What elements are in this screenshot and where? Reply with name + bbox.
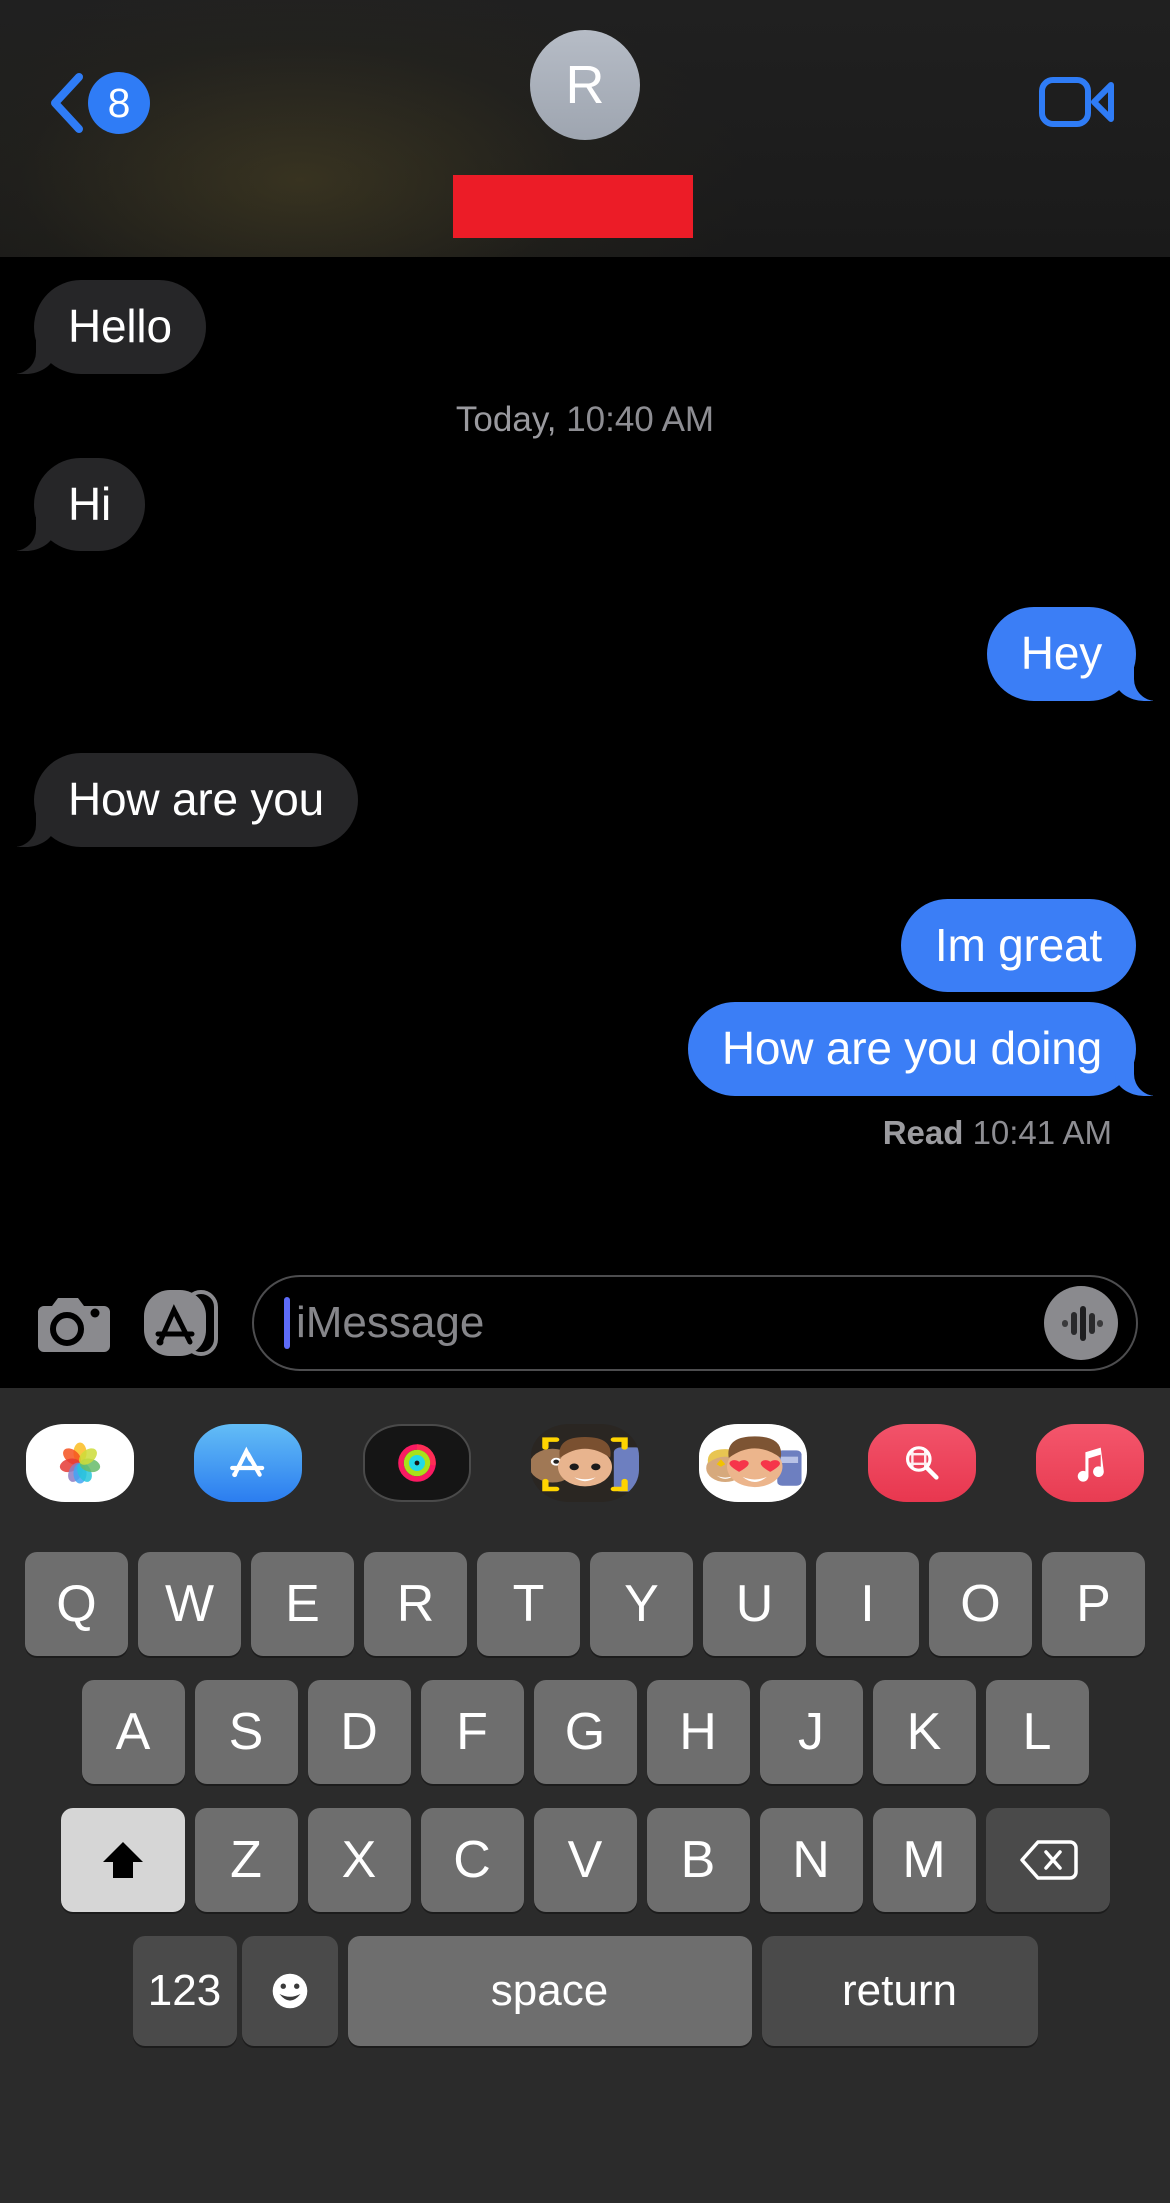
key-o[interactable]: O [929,1552,1032,1656]
apple-music-app-icon[interactable] [1035,1424,1144,1502]
message-thread[interactable]: Hello Today, 10:40 AM Hi Hey How are you… [0,258,1170,1308]
photos-flower-icon [59,1442,101,1484]
emoji-smiley-icon [272,1973,307,2009]
audio-waveform-icon [1062,1306,1103,1341]
message-bubble-outgoing[interactable]: How are you doing [687,1002,1169,1097]
key-g[interactable]: G [533,1680,637,1784]
message-text: Hello [68,300,172,352]
emoji-key[interactable] [241,1936,338,2046]
camera-icon[interactable] [32,1290,110,1356]
key-q[interactable]: Q [25,1552,128,1656]
key-h[interactable]: H [646,1680,750,1784]
music-note-icon [1077,1447,1104,1482]
memoji-camera-glyph-icon [530,1424,639,1502]
app-store-app-icon[interactable] [194,1424,303,1502]
shift-arrow-icon [102,1842,143,1878]
contact-name-redaction [453,175,693,238]
imessage-conversation-screen: 8 R Hello Today, 10:40 AM Hi Hey How are… [0,0,1170,2203]
key-e[interactable]: E [251,1552,354,1656]
key-z[interactable]: Z [194,1808,298,1912]
message-row: Hey [0,607,1170,702]
avatar-initial: R [565,55,605,115]
avatar[interactable]: R [530,30,640,140]
key-m[interactable]: M [872,1808,976,1912]
key-t[interactable]: T [477,1552,580,1656]
space-key[interactable]: space [347,1936,752,2046]
message-row: Hi [0,457,1170,552]
message-input-bar: iMessage [0,1258,1170,1388]
images-search-app-icon[interactable] [867,1424,976,1502]
key-l[interactable]: L [985,1680,1089,1784]
message-text: How are you doing [721,1022,1102,1075]
navigation-bar: 8 R [0,0,1170,258]
keyboard-row-4: 123 space return [0,1936,1170,2046]
message-text: How are you [68,773,325,826]
memoji-camera-app-icon[interactable] [530,1424,639,1502]
keyboard-row-1: Q W E R T Y U I O P [0,1552,1170,1656]
key-v[interactable]: V [533,1808,637,1912]
key-c[interactable]: C [420,1808,524,1912]
on-screen-keyboard[interactable]: Q W E R T Y U I O P A S D F G H J K L Z … [0,1538,1170,2203]
message-bubble-incoming[interactable]: Hi [1,457,146,552]
audio-record-button[interactable] [1044,1286,1118,1360]
key-y[interactable]: Y [590,1552,693,1656]
key-w[interactable]: W [138,1552,241,1656]
keyboard-row-2: A S D F G H J K L [0,1680,1170,1784]
key-x[interactable]: X [307,1808,411,1912]
day-label: Today, [455,399,557,439]
backspace-key[interactable] [985,1808,1110,1912]
key-r[interactable]: R [364,1552,467,1656]
day-time: 10:40 AM [566,399,715,439]
app-store-icon [144,1290,218,1356]
key-b[interactable]: B [646,1808,750,1912]
memoji-stickers-app-icon[interactable] [699,1424,808,1502]
key-a[interactable]: A [81,1680,185,1784]
key-d[interactable]: D [307,1680,411,1784]
unread-count-badge[interactable]: 8 [88,72,150,134]
backspace-delete-icon [1019,1840,1078,1880]
text-cursor [284,1297,290,1349]
message-row: Hello [0,280,1170,374]
day-timestamp: Today, 10:40 AM [0,374,1170,458]
message-text: Hey [1020,627,1102,680]
key-u[interactable]: U [703,1552,806,1656]
message-row: Im great [0,898,1170,993]
shift-key[interactable] [60,1808,185,1912]
key-f[interactable]: F [420,1680,524,1784]
message-bubble-incoming[interactable]: How are you [1,753,359,847]
message-bubble-outgoing[interactable]: Im great [900,898,1136,993]
read-time: 10:41 AM [972,1114,1112,1152]
imessage-app-drawer[interactable] [0,1388,1170,1538]
numbers-key[interactable]: 123 [132,1936,237,2046]
message-text: Hi [68,477,112,530]
read-receipt: Read 10:41 AM [0,1096,1170,1152]
images-search-icon [905,1446,939,1480]
key-n[interactable]: N [759,1808,863,1912]
back-button[interactable]: 8 [48,72,150,134]
read-status-label: Read [882,1114,964,1152]
key-s[interactable]: S [194,1680,298,1784]
message-bubble-outgoing[interactable]: Hey [986,607,1169,702]
keyboard-row-3: Z X C V B N M [0,1808,1170,1912]
message-input-placeholder: iMessage [296,1298,485,1347]
memoji-stickers-glyph-icon [701,1425,806,1501]
message-row: How are you doing [0,1002,1170,1097]
message-input-field[interactable]: iMessage [252,1275,1138,1371]
video-camera-icon[interactable] [1039,72,1115,132]
activity-rings-icon [397,1444,436,1482]
photos-app-icon[interactable] [26,1424,134,1502]
chevron-left-icon [51,73,83,133]
message-text: Im great [934,918,1102,971]
key-j[interactable]: J [759,1680,863,1784]
message-bubble-incoming[interactable]: Hello [2,280,206,374]
key-i[interactable]: I [816,1552,919,1656]
app-store-button[interactable] [136,1282,226,1364]
key-p[interactable]: P [1042,1552,1145,1656]
return-key[interactable]: return [761,1936,1038,2046]
app-store-glyph-icon [230,1446,265,1478]
key-k[interactable]: K [872,1680,976,1784]
activity-rings-app-icon[interactable] [362,1424,471,1502]
message-row: How are you [0,753,1170,847]
